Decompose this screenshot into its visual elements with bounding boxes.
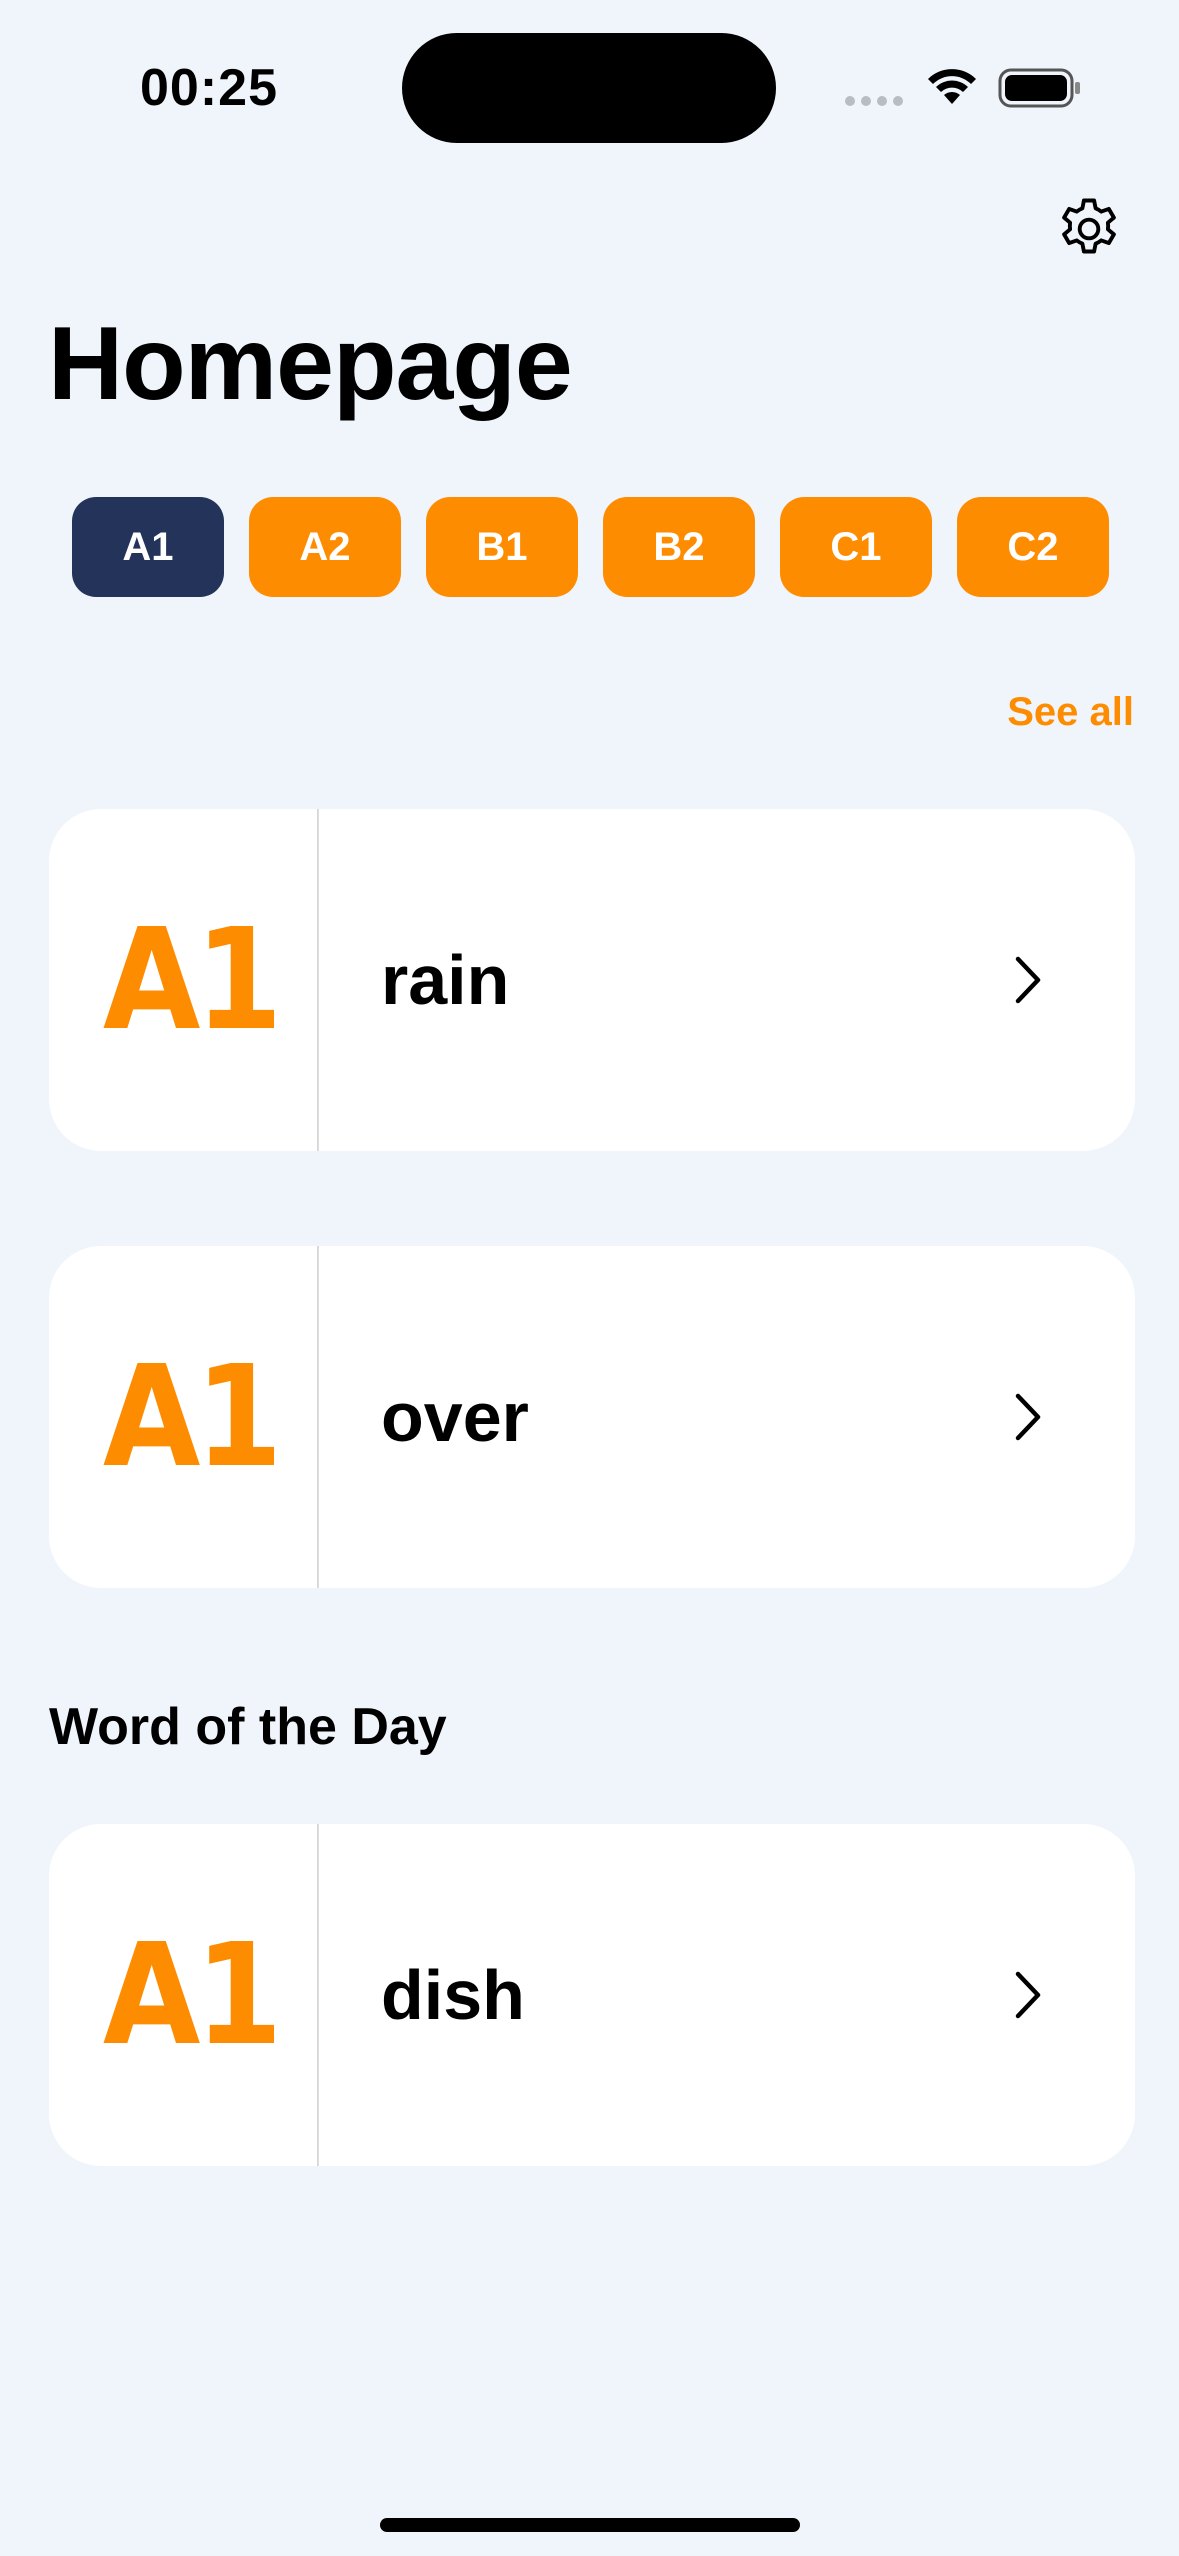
dynamic-island: [402, 33, 776, 143]
battery-icon: [998, 68, 1080, 108]
cellular-signal-icon: [845, 96, 903, 106]
level-badge: A1: [63, 1246, 319, 1588]
gear-icon[interactable]: [1053, 193, 1125, 265]
word-label: over: [381, 1378, 529, 1456]
level-badge: A1: [63, 1824, 319, 2166]
word-card-over[interactable]: A1 over: [49, 1246, 1135, 1588]
section-title-word-of-day: Word of the Day: [49, 1698, 447, 1756]
word-card-rain[interactable]: A1 rain: [49, 809, 1135, 1151]
screen: 00:25 Homepage A1 A2 B1 B2 C1 C2 See all…: [0, 0, 1179, 2556]
level-chip-b2[interactable]: B2: [603, 497, 755, 597]
level-chip-c1[interactable]: C1: [780, 497, 932, 597]
chevron-right-icon: [1015, 1393, 1041, 1441]
status-time: 00:25: [140, 59, 278, 117]
word-of-day-card[interactable]: A1 dish: [49, 1824, 1135, 2166]
level-chip-b1[interactable]: B1: [426, 497, 578, 597]
word-label: rain: [381, 941, 510, 1019]
see-all-link[interactable]: See all: [1007, 690, 1134, 735]
level-selector: A1 A2 B1 B2 C1 C2: [72, 497, 1109, 597]
wifi-icon: [928, 69, 976, 104]
home-indicator[interactable]: [380, 2518, 800, 2532]
level-chip-a1[interactable]: A1: [72, 497, 224, 597]
word-label: dish: [381, 1956, 525, 2034]
level-badge: A1: [63, 809, 319, 1151]
level-chip-c2[interactable]: C2: [957, 497, 1109, 597]
page-title: Homepage: [48, 306, 573, 422]
chevron-right-icon: [1015, 1971, 1041, 2019]
chevron-right-icon: [1015, 956, 1041, 1004]
level-chip-a2[interactable]: A2: [249, 497, 401, 597]
